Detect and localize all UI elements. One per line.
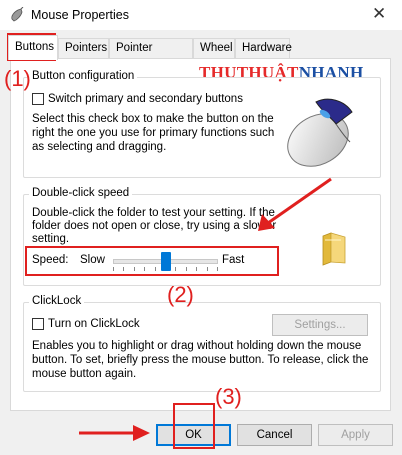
tab-label: Pointers: [65, 42, 108, 54]
mouse-icon: [287, 98, 353, 167]
tab-pointers[interactable]: Pointers: [58, 38, 109, 58]
group-title: Button configuration: [29, 70, 138, 82]
tab-label: Buttons: [15, 41, 54, 53]
annotation-label-3: (3): [215, 384, 242, 409]
description-line: folder does not open or close, try using…: [32, 220, 277, 232]
folder-icon[interactable]: [321, 232, 347, 266]
description-line: right the one you use for primary functi…: [32, 127, 275, 139]
close-icon[interactable]: ✕: [372, 5, 386, 23]
title-bar: Mouse Properties ✕: [0, 0, 402, 30]
tab-buttons[interactable]: Buttons: [8, 35, 58, 60]
tab-pointer-options[interactable]: Pointer Options: [109, 38, 193, 73]
group-title: Double-click speed: [29, 187, 133, 199]
annotation-box-speed: [25, 246, 279, 276]
cancel-button[interactable]: Cancel: [237, 424, 312, 446]
description-line: Select this check box to make the button…: [32, 113, 274, 125]
annotation-label-2: (2): [167, 282, 194, 307]
mouse-app-icon: [11, 7, 24, 22]
switch-buttons-checkbox[interactable]: [32, 93, 44, 105]
description-line: Enables you to highlight or drag without…: [32, 340, 362, 352]
description-line: as selecting and dragging.: [32, 141, 167, 153]
checkbox-label: Turn on ClickLock: [48, 318, 140, 330]
description-line: mouse button again.: [32, 368, 137, 380]
annotation-box-ok: [173, 403, 215, 449]
apply-button[interactable]: Apply: [318, 424, 393, 446]
settings-button[interactable]: Settings...: [272, 314, 368, 336]
group-title: ClickLock: [29, 295, 85, 307]
description-line: button. To set, briefly press the mouse …: [32, 354, 369, 366]
clicklock-checkbox[interactable]: [32, 318, 44, 330]
tab-label: Hardware: [242, 42, 292, 54]
annotation-label-1: (1): [4, 66, 31, 91]
description-line: Double-click the folder to test your set…: [32, 207, 275, 219]
tab-label: Wheel: [200, 42, 233, 54]
window-title: Mouse Properties: [31, 8, 129, 22]
tab-wheel[interactable]: Wheel: [193, 38, 235, 58]
description-line: setting.: [32, 233, 70, 245]
tab-hardware[interactable]: Hardware: [235, 38, 292, 58]
checkbox-label: Switch primary and secondary buttons: [48, 93, 243, 105]
